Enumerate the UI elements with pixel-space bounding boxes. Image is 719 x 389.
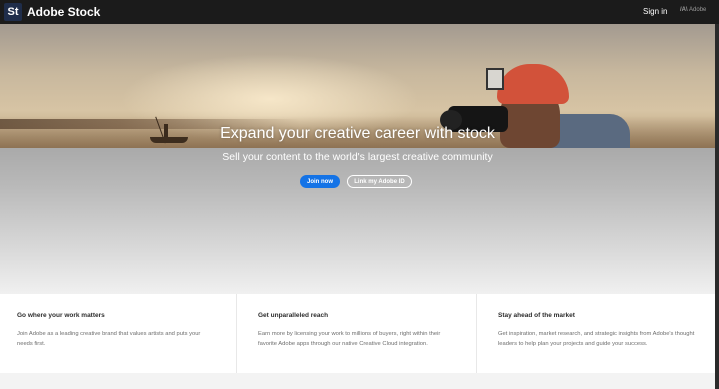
feature-card: Get unparalleled reach Earn more by lice… — [236, 294, 476, 373]
red-cap — [497, 64, 569, 104]
feature-title: Stay ahead of the market — [498, 312, 575, 319]
hero-title: Expand your creative career with stock — [220, 125, 495, 142]
hero-subtitle: Sell your content to the world's largest… — [222, 151, 493, 163]
top-navigation-bar: St Adobe Stock Sign in /A\ Adobe — [0, 0, 719, 24]
brand-name[interactable]: Adobe Stock — [27, 5, 100, 19]
footer-strip — [0, 373, 715, 389]
feature-card: Go where your work matters Join Adobe as… — [0, 294, 236, 373]
page-scrollbar[interactable] — [715, 24, 719, 389]
camera-screen — [486, 68, 504, 90]
feature-text: Join Adobe as a leading creative brand t… — [17, 331, 201, 347]
feature-title: Go where your work matters — [17, 312, 105, 319]
feature-text: Get inspiration, market research, and st… — [498, 331, 695, 347]
hero-section: Expand your creative career with stock S… — [0, 24, 715, 294]
feature-card: Stay ahead of the market Get inspiration… — [476, 294, 715, 373]
feature-text: Earn more by licensing your work to mill… — [258, 331, 441, 347]
join-now-button[interactable]: Join now — [300, 175, 340, 188]
sign-in-link[interactable]: Sign in — [643, 7, 667, 16]
adobe-logo-icon[interactable]: /A\ Adobe — [680, 7, 706, 13]
link-adobe-id-button[interactable]: Link my Adobe ID — [347, 175, 412, 188]
feature-title: Get unparalleled reach — [258, 312, 329, 319]
features-section: Go where your work matters Join Adobe as… — [0, 294, 715, 373]
adobe-logo-text: Adobe — [689, 7, 707, 13]
adobe-stock-logo-icon[interactable]: St — [4, 3, 22, 21]
